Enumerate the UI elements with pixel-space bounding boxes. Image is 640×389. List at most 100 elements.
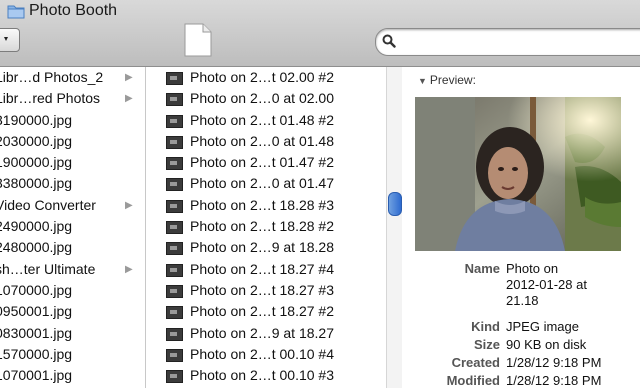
file-name: Photo on 2…0 at 02.00 (190, 90, 334, 107)
title-bar: Photo Booth (0, 0, 117, 22)
image-file-icon (166, 114, 183, 128)
image-file-icon (166, 327, 183, 341)
info-key: Created (451, 355, 500, 370)
info-key: Size (473, 337, 500, 352)
info-value: Photo on 2012-01-28 at 21.18 (506, 261, 587, 309)
info-value: 1/28/12 9:18 PM (506, 355, 601, 371)
file-name: Photo on 2…t 00.10 #4 (190, 345, 334, 362)
info-value-line: 21.18 (506, 293, 539, 308)
file-row[interactable]: Photo on 2…t 00.10 #3 (146, 365, 386, 386)
file-row[interactable]: Photo on 2…t 18.27 #4 (146, 259, 386, 280)
list-item[interactable]: Video Converter ▶ (0, 195, 145, 216)
file-row[interactable]: Photo on 2…t 00.10 #4 (146, 344, 386, 365)
file-name: Photo on 2…0 at 01.47 (190, 175, 334, 192)
search-input[interactable] (375, 28, 640, 56)
list-item-label: 3380000.jpg (0, 175, 73, 192)
list-item-label: 2490000.jpg (0, 218, 73, 235)
info-value-line: Photo on (506, 261, 559, 276)
list-item[interactable]: Libr…red Photos ▶ (0, 88, 145, 109)
info-value: JPEG image (506, 319, 579, 335)
list-item-label: 2480000.jpg (0, 239, 73, 256)
file-row[interactable]: Photo on 2…t 01.48 #2 (146, 110, 386, 131)
list-item-label: 1070000.jpg (0, 281, 73, 298)
list-item-label: 1070001.jpg (0, 367, 73, 384)
list-item[interactable]: 3190000.jpg (0, 110, 145, 131)
file-row[interactable]: Photo on 2…9 at 18.28 (146, 237, 386, 258)
disclosure-arrow-icon: ▶ (125, 263, 133, 275)
file-name: Photo on 2…t 18.27 #2 (190, 303, 334, 320)
image-file-icon (166, 178, 183, 192)
list-item[interactable]: sh…ter Ultimate ▶ (0, 259, 145, 280)
image-file-icon (166, 135, 183, 149)
list-item-label: sh…ter Ultimate (0, 260, 96, 277)
info-value-line: 2012-01-28 at (506, 277, 587, 292)
list-item[interactable]: 2490000.jpg (0, 216, 145, 237)
action-dropdown-button[interactable] (0, 28, 20, 52)
list-item[interactable]: 2480000.jpg (0, 237, 145, 258)
file-name: Photo on 2…9 at 18.27 (190, 324, 334, 341)
info-value-line: 1/28/12 9:18 PM (506, 373, 602, 388)
list-item-label: 0950001.jpg (0, 303, 73, 320)
info-value: 1/28/12 9:18 PM (506, 373, 601, 389)
list-item[interactable]: 1900000.jpg (0, 152, 145, 173)
list-item-label: 1570000.jpg (0, 345, 73, 362)
list-item-label: Video Converter (0, 196, 96, 213)
search-icon (382, 34, 396, 48)
preview-header[interactable]: ▼ Preview: (418, 73, 476, 87)
image-file-icon (166, 263, 183, 277)
file-row[interactable]: Photo on 2…t 18.28 #2 (146, 216, 386, 237)
file-name: Photo on 2…t 18.28 #2 (190, 218, 334, 235)
disclosure-arrow-icon: ▶ (125, 199, 133, 211)
list-item[interactable]: 3380000.jpg (0, 173, 145, 194)
list-item-label: 0830001.jpg (0, 324, 73, 341)
file-name: Photo on 2…t 01.47 #2 (190, 154, 334, 171)
list-item[interactable]: 0950001.jpg (0, 301, 145, 322)
list-item[interactable]: 1570000.jpg (0, 344, 145, 365)
info-key: Name (464, 261, 500, 276)
window-title: Photo Booth (29, 2, 118, 19)
image-file-icon (166, 199, 183, 213)
list-item[interactable]: 1070001.jpg (0, 365, 145, 386)
chevron-down-icon (4, 37, 8, 41)
window-toolbar: Photo Booth (0, 0, 640, 67)
info-value-line: 90 KB on disk (506, 337, 587, 352)
list-item-label: 1900000.jpg (0, 154, 73, 171)
list-item[interactable]: Libr…d Photos_2 ▶ (0, 67, 145, 88)
list-item[interactable]: 2030000.jpg (0, 131, 145, 152)
document-icon[interactable] (183, 23, 213, 57)
image-file-icon (166, 242, 183, 256)
file-row[interactable]: Photo on 2…t 01.47 #2 (146, 152, 386, 173)
file-row[interactable]: Photo on 2…t 02.00 #2 (146, 67, 386, 88)
list-item-label: 3190000.jpg (0, 111, 73, 128)
folder-icon (7, 3, 25, 19)
list-item-label: Libr…red Photos (0, 90, 101, 107)
file-row[interactable]: Photo on 2…0 at 02.00 (146, 88, 386, 109)
preview-pane: ▼ Preview: Name Photo on 2012-01-28 at 2… (402, 67, 640, 388)
info-key: Kind (471, 319, 500, 334)
file-name: Photo on 2…t 18.28 #3 (190, 196, 334, 213)
file-row[interactable]: Photo on 2…9 at 18.27 (146, 323, 386, 344)
file-name: Photo on 2…t 00.10 #3 (190, 367, 334, 384)
file-name: Photo on 2…t 18.27 #3 (190, 281, 334, 298)
image-file-icon (166, 221, 183, 235)
file-name: Photo on 2…t 01.48 #2 (190, 111, 334, 128)
file-row[interactable]: Photo on 2…t 18.27 #3 (146, 280, 386, 301)
file-row[interactable]: Photo on 2…t 18.27 #2 (146, 301, 386, 322)
list-item-label: 2030000.jpg (0, 132, 73, 149)
disclosure-triangle-icon[interactable]: ▼ (418, 76, 427, 86)
image-file-icon (166, 72, 183, 85)
file-row[interactable]: Photo on 2…0 at 01.47 (146, 173, 386, 194)
list-item-label: Libr…d Photos_2 (0, 69, 104, 85)
file-name: Photo on 2…t 02.00 #2 (190, 69, 334, 85)
list-item[interactable]: 0830001.jpg (0, 323, 145, 344)
image-file-icon (166, 93, 183, 107)
image-file-icon (166, 284, 183, 298)
file-row[interactable]: Photo on 2…t 18.28 #3 (146, 195, 386, 216)
list-item[interactable]: 1070000.jpg (0, 280, 145, 301)
file-row[interactable]: Photo on 2…0 at 01.48 (146, 131, 386, 152)
file-name: Photo on 2…t 18.27 #4 (190, 260, 334, 277)
image-file-icon (166, 157, 183, 171)
scroll-thumb[interactable] (388, 192, 402, 216)
info-value: 90 KB on disk (506, 337, 586, 353)
image-file-icon (166, 370, 183, 384)
